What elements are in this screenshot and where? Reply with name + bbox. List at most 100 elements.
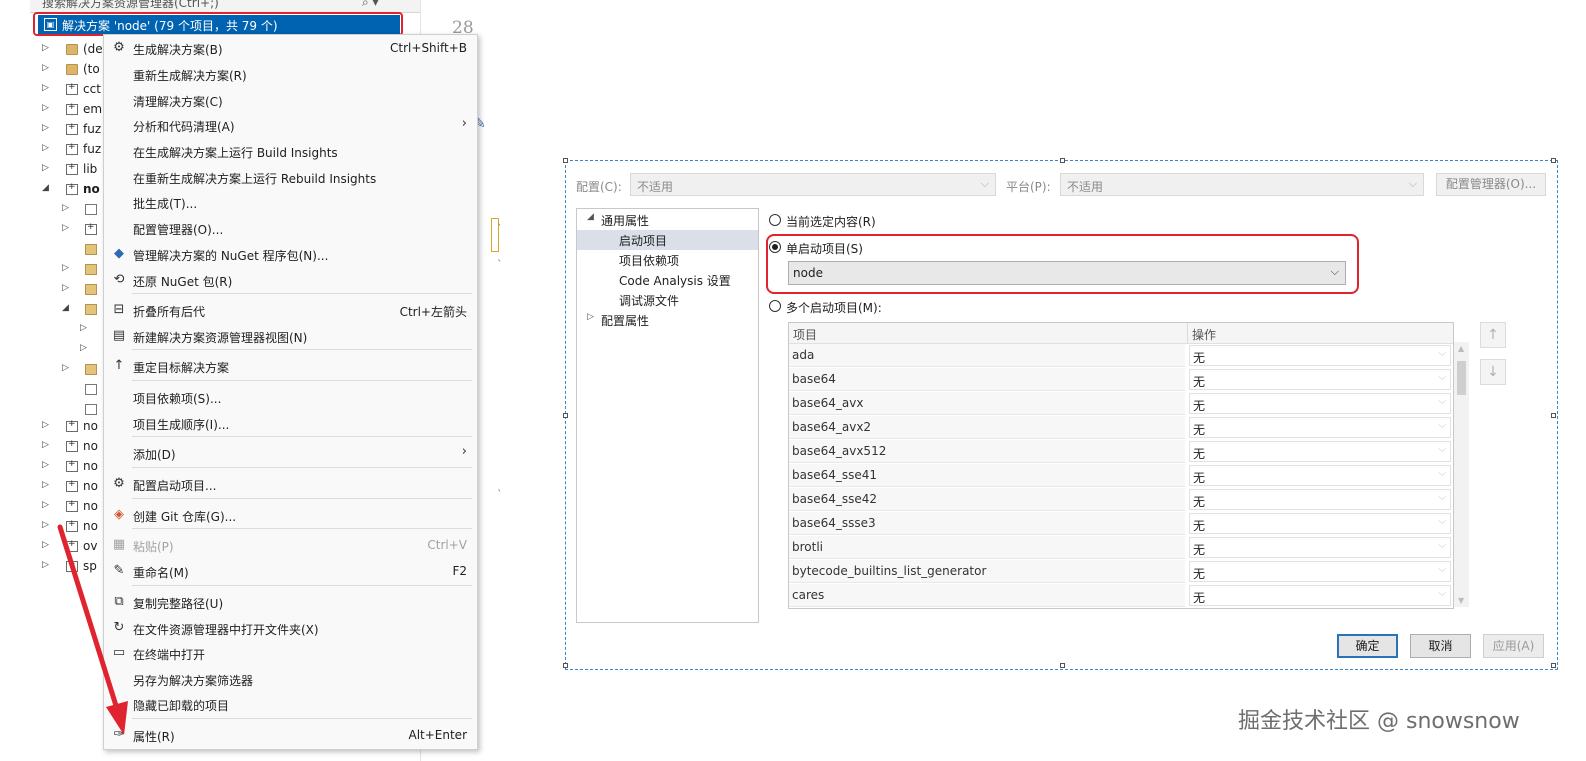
table-row[interactable]: base64_ssse3 无 ⌵ <box>789 512 1453 536</box>
menu-item[interactable]: ↻ 在文件资源管理器中打开文件夹(X) <box>104 616 477 640</box>
search-icon[interactable]: ⌕ ▾ <box>362 0 379 10</box>
menu-item[interactable]: ↑ 重定目标解决方案 <box>104 354 477 378</box>
menu-item[interactable]: 重新生成解决方案(R) <box>104 62 477 86</box>
expand-arrow-icon[interactable]: ▷ <box>42 520 49 530</box>
expand-arrow-icon[interactable]: ▷ <box>42 143 49 153</box>
ok-button[interactable]: 确定 <box>1337 634 1398 658</box>
resize-handle[interactable] <box>563 413 568 418</box>
menu-item[interactable]: ▤ 新建解决方案资源管理器视图(N) <box>104 324 477 348</box>
table-row[interactable]: base64_sse42 无 ⌵ <box>789 488 1453 512</box>
menu-item[interactable]: 清理解决方案(C) <box>104 88 477 112</box>
menu-item[interactable]: ✑ 属性(R) Alt+Enter <box>104 723 477 747</box>
tree-item[interactable]: ▷ no <box>30 477 100 497</box>
action-select[interactable]: 无 ⌵ <box>1189 441 1451 462</box>
platform-select[interactable]: 不适用 ⌵ <box>1060 173 1424 196</box>
menu-item[interactable]: ✎ 重命名(M) F2 <box>104 559 477 583</box>
tree-item[interactable]: ▷ no <box>30 497 100 517</box>
action-select[interactable]: 无 ⌵ <box>1189 369 1451 390</box>
menu-item[interactable]: ⧉ 复制完整路径(U) <box>104 590 477 614</box>
expand-arrow-icon[interactable]: ▷ <box>62 203 69 213</box>
menu-item[interactable]: ⟲ 还原 NuGet 包(R) <box>104 268 477 292</box>
table-row[interactable]: base64_avx512 无 ⌵ <box>789 440 1453 464</box>
resize-handle[interactable] <box>1060 663 1065 668</box>
expand-arrow-icon[interactable]: ▷ <box>62 263 69 273</box>
tree-item[interactable]: ▷ fuz <box>30 120 101 140</box>
action-select[interactable]: 无 ⌵ <box>1189 513 1451 534</box>
expand-arrow-icon[interactable]: ▷ <box>80 323 87 333</box>
tree-item[interactable]: ▷ (de <box>30 40 103 60</box>
grid-scrollbar[interactable]: ▲ ▼ <box>1454 342 1469 607</box>
table-row[interactable]: base64_avx2 无 ⌵ <box>789 416 1453 440</box>
tree-item[interactable]: ▷ no <box>30 457 100 477</box>
move-up-button[interactable]: ↑ <box>1480 322 1506 348</box>
expand-arrow-icon[interactable]: ▷ <box>42 103 49 113</box>
menu-item[interactable]: 另存为解决方案筛选器 <box>104 667 477 691</box>
tree-child-item[interactable] <box>30 400 102 420</box>
table-row[interactable]: base64_sse41 无 ⌵ <box>789 464 1453 488</box>
resize-handle[interactable] <box>1551 413 1556 418</box>
action-select[interactable]: 无 ⌵ <box>1189 537 1451 558</box>
nav-project-dependencies[interactable]: 项目依赖项 <box>577 250 758 270</box>
tree-child-item[interactable]: ▷ <box>30 320 102 340</box>
expand-arrow-icon[interactable]: ▷ <box>42 500 49 510</box>
nav-debug-source-files[interactable]: 调试源文件 <box>577 290 758 310</box>
menu-item[interactable]: 配置管理器(O)... <box>104 216 477 240</box>
expand-arrow-icon[interactable]: ▷ <box>42 163 49 173</box>
tree-item[interactable]: ▷ no <box>30 517 100 537</box>
action-select[interactable]: 无 ⌵ <box>1189 417 1451 438</box>
expand-arrow-icon[interactable]: ▷ <box>42 123 49 133</box>
radio-button[interactable] <box>769 300 781 312</box>
move-down-button[interactable]: ↓ <box>1480 359 1506 385</box>
column-header-action[interactable]: 操作 <box>1192 326 1216 343</box>
menu-item[interactable]: 添加(D) › <box>104 441 477 465</box>
tree-child-item[interactable]: ▷ <box>30 360 102 380</box>
expand-arrow-icon[interactable]: ▷ <box>42 560 49 570</box>
tree-item[interactable]: ▷ (to <box>30 60 100 80</box>
nav-code-analysis[interactable]: Code Analysis 设置 <box>577 270 758 290</box>
tree-child-item[interactable] <box>30 380 102 400</box>
action-select[interactable]: 无 ⌵ <box>1189 393 1451 414</box>
tree-child-item[interactable]: ◢ <box>30 300 102 320</box>
tree-item[interactable]: ▷ lib <box>30 160 100 180</box>
resize-handle[interactable] <box>1551 158 1556 163</box>
expand-arrow-icon[interactable]: ▷ <box>62 363 69 373</box>
tree-child-item[interactable]: ▷ <box>30 220 102 240</box>
collapse-arrow-icon[interactable]: ◢ <box>62 303 69 313</box>
expand-arrow-icon[interactable]: ▷ <box>42 480 49 490</box>
config-select[interactable]: 不适用 ⌵ <box>630 173 996 196</box>
table-row[interactable]: cares 无 ⌵ <box>789 584 1453 608</box>
menu-item[interactable]: ◆ 管理解决方案的 NuGet 程序包(N)... <box>104 242 477 266</box>
expand-arrow-icon[interactable]: ▷ <box>42 63 49 73</box>
menu-item[interactable]: 项目生成顺序(I)... <box>104 411 477 435</box>
cancel-button[interactable]: 取消 <box>1410 634 1471 658</box>
menu-item[interactable]: 隐藏已卸载的项目 <box>104 692 477 716</box>
tree-child-item[interactable]: ▷ <box>30 260 102 280</box>
apply-button[interactable]: 应用(A) <box>1483 634 1544 658</box>
table-row[interactable]: brotli 无 ⌵ <box>789 536 1453 560</box>
tree-item[interactable]: ▷ sp <box>30 557 100 577</box>
menu-item[interactable]: ⚙ 生成解决方案(B) Ctrl+Shift+B <box>104 36 477 60</box>
action-select[interactable]: 无 ⌵ <box>1189 489 1451 510</box>
expand-arrow-icon[interactable]: ▷ <box>42 440 49 450</box>
expand-arrow-icon[interactable]: ▷ <box>62 283 69 293</box>
expand-arrow-icon[interactable]: ▷ <box>42 540 49 550</box>
menu-item[interactable]: 批生成(T)... <box>104 190 477 214</box>
tree-child-item[interactable]: ▷ <box>30 340 102 360</box>
tree-child-item[interactable]: ▷ <box>30 200 102 220</box>
nav-configuration-properties[interactable]: ▷ 配置属性 <box>577 310 758 330</box>
column-divider[interactable] <box>1187 323 1188 343</box>
resize-handle[interactable] <box>563 158 568 163</box>
action-select[interactable]: 无 ⌵ <box>1189 561 1451 582</box>
action-select[interactable]: 无 ⌵ <box>1189 345 1451 366</box>
tree-item[interactable]: ▷ no <box>30 417 100 437</box>
nav-startup-project[interactable]: 启动项目 <box>577 230 758 250</box>
table-row[interactable]: bytecode_builtins_list_generator 无 ⌵ <box>789 560 1453 584</box>
tree-item[interactable]: ▷ no <box>30 437 100 457</box>
table-row[interactable]: base64_avx 无 ⌵ <box>789 392 1453 416</box>
expand-arrow-icon[interactable]: ▷ <box>42 420 49 430</box>
scroll-up-icon[interactable]: ▲ <box>1458 344 1464 353</box>
menu-item[interactable]: 分析和代码清理(A) › <box>104 113 477 137</box>
nav-common-properties[interactable]: ◢ 通用属性 <box>577 210 758 230</box>
tree-item[interactable]: ◢ no <box>30 180 100 200</box>
resize-handle[interactable] <box>1551 663 1556 668</box>
